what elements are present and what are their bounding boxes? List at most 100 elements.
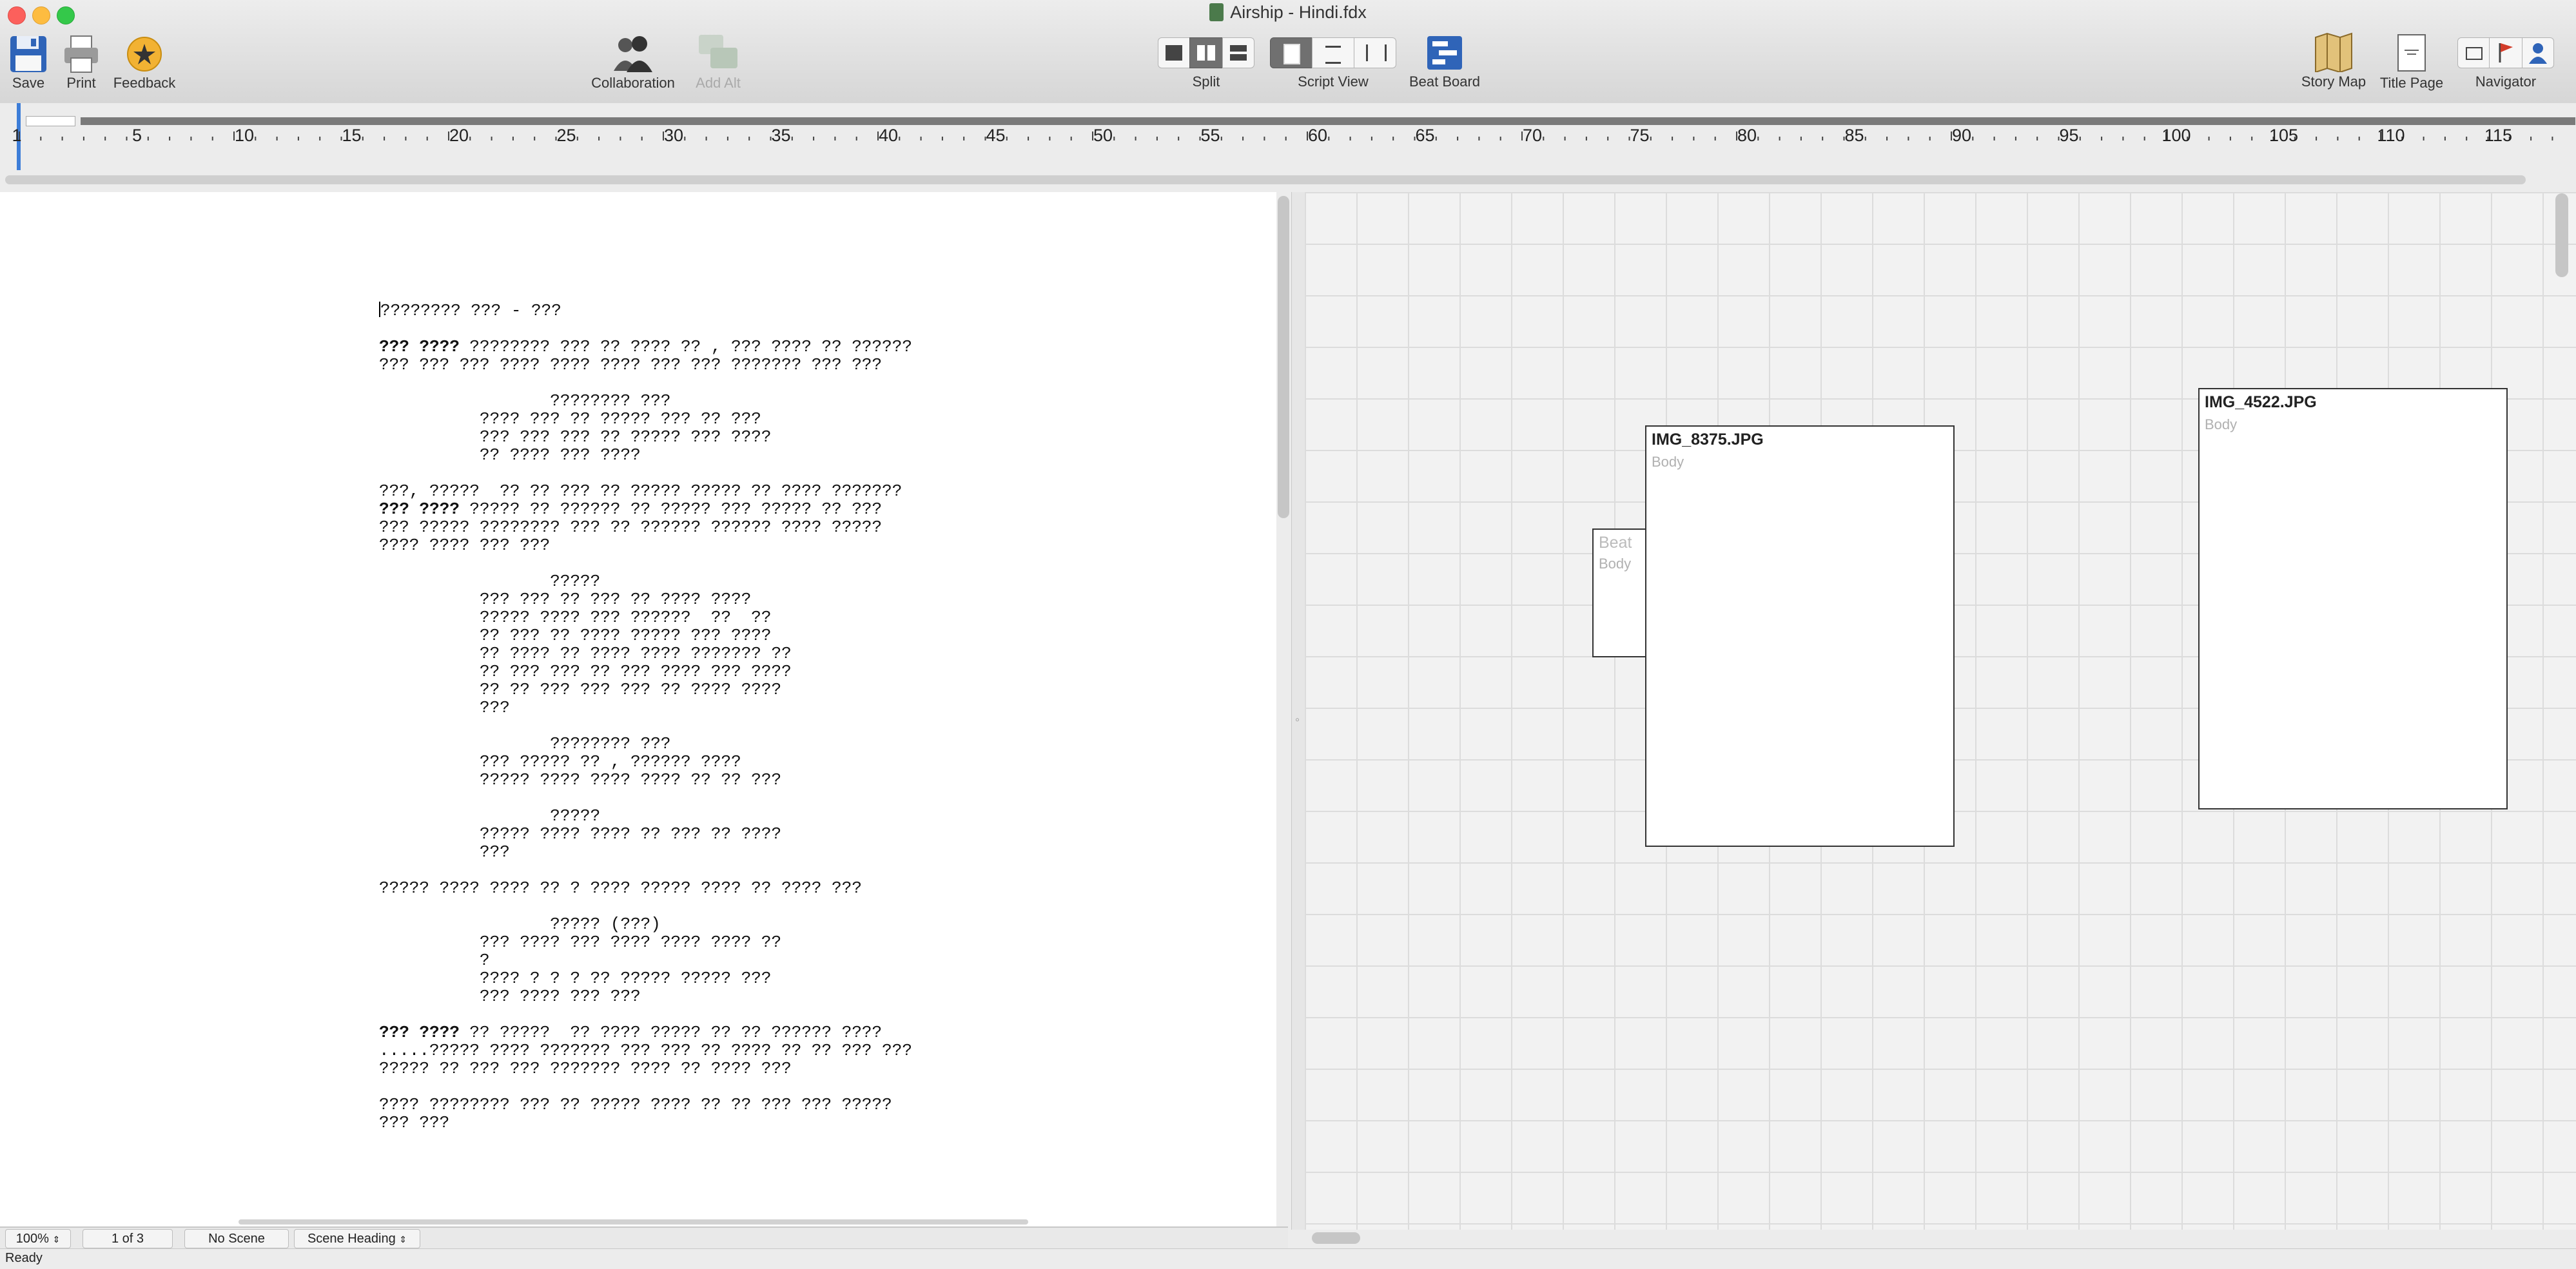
script-line[interactable]: ???????? ???: [379, 735, 912, 753]
people-icon: [614, 36, 652, 72]
ruler-number: 85: [1844, 126, 1864, 145]
pane-splitter[interactable]: [1291, 192, 1305, 1230]
scene-list-button[interactable]: [2457, 37, 2490, 68]
story-map-button[interactable]: Story Map: [2301, 32, 2366, 90]
two-column-icon-right: [1207, 45, 1215, 61]
element-select[interactable]: Scene Heading ⇕: [294, 1229, 420, 1248]
characters-button[interactable]: [2522, 37, 2554, 68]
script-line[interactable]: ??? ??? ??? ???? ???? ???? ??? ??? ?????…: [379, 356, 912, 374]
script-line[interactable]: ??? ????? ???????? ??? ?? ?????? ?????? …: [379, 518, 912, 536]
beat-board-button[interactable]: Beat Board: [1409, 35, 1480, 90]
script-line[interactable]: [379, 320, 912, 338]
script-text[interactable]: ???????? ??? - ??? ??? ???? ???????? ???…: [379, 302, 912, 1132]
script-line[interactable]: ??? ???? ????? ?? ?????? ?? ????? ??? ??…: [379, 500, 912, 518]
ruler-indent-slider[interactable]: [26, 116, 75, 126]
script-line[interactable]: [379, 1078, 912, 1096]
script-line[interactable]: [379, 464, 912, 482]
script-line[interactable]: ??? ????? ?? , ?????? ????: [379, 753, 912, 771]
splitter-handle-icon: ◦: [1295, 713, 1300, 727]
beat-card-title[interactable]: IMG_4522.JPG: [2205, 393, 2317, 412]
script-line[interactable]: ????? ???? ???? ?? ? ???? ????? ???? ?? …: [379, 879, 912, 897]
script-line[interactable]: ?: [379, 951, 912, 969]
script-line[interactable]: ????? (???): [379, 915, 912, 933]
beat-board-horizontal-scrollbar[interactable]: [1312, 1232, 1360, 1244]
script-line[interactable]: ???: [379, 843, 912, 861]
script-line[interactable]: ????? ???? ???? ???? ?? ?? ???: [379, 771, 912, 789]
script-editor[interactable]: ???????? ??? - ??? ??? ???? ???????? ???…: [0, 192, 1276, 1226]
title-page-button[interactable]: Title Page: [2380, 34, 2443, 91]
script-line[interactable]: ?? ??? ?? ???? ????? ??? ????: [379, 626, 912, 644]
page-view-button[interactable]: [1270, 37, 1312, 68]
bookmark-button[interactable]: [2489, 37, 2522, 68]
script-line[interactable]: ???? ???? ??? ???: [379, 536, 912, 554]
script-line[interactable]: ?????: [379, 572, 912, 590]
script-line[interactable]: ?????: [379, 807, 912, 825]
split-single-button[interactable]: [1158, 37, 1190, 68]
script-line[interactable]: ???????? ???: [379, 392, 912, 410]
script-line[interactable]: ???, ????? ?? ?? ??? ?? ????? ????? ?? ?…: [379, 482, 912, 500]
speed-view-button[interactable]: [1312, 37, 1354, 68]
script-line[interactable]: ??? ???: [379, 1114, 912, 1132]
ruler-number: 55: [1200, 126, 1220, 145]
ruler-scrollbar[interactable]: [5, 175, 2526, 184]
page-icon: [1283, 44, 1300, 64]
beat-board-canvas[interactable]: Beat Body IMG_8375.JPG Body IMG_4522.JPG…: [1305, 192, 2576, 1230]
script-line[interactable]: ??? ???? ?? ????? ?? ???? ????? ?? ?? ??…: [379, 1023, 912, 1041]
script-line[interactable]: ??? ??? ??? ?? ????? ??? ????: [379, 428, 912, 446]
scene-value: No Scene: [208, 1232, 265, 1246]
script-line[interactable]: [379, 897, 912, 915]
script-line[interactable]: ???????? ??? - ???: [379, 302, 912, 320]
script-vertical-scrollbar[interactable]: [1278, 196, 1289, 518]
beat-card-body[interactable]: Body: [1652, 454, 1684, 470]
ruler-number: 115: [2484, 126, 2512, 145]
script-line[interactable]: ?? ???? ?? ???? ???? ??????? ??: [379, 644, 912, 663]
zoom-select[interactable]: 100% ⇕: [5, 1229, 71, 1248]
script-line[interactable]: ??? ??? ?? ??? ?? ???? ????: [379, 590, 912, 608]
beat-card-title[interactable]: IMG_8375.JPG: [1652, 431, 1764, 449]
split-side-by-side-button[interactable]: [1189, 37, 1223, 68]
script-line[interactable]: ?? ???? ??? ????: [379, 446, 912, 464]
script-line[interactable]: ?? ??? ??? ?? ??? ???? ??? ????: [379, 663, 912, 681]
script-line[interactable]: ?? ?? ??? ??? ??? ?? ???? ????: [379, 681, 912, 699]
print-button[interactable]: Print: [61, 34, 102, 91]
ruler-number: 45: [986, 126, 1005, 145]
script-line[interactable]: ???? ? ? ? ?? ????? ????? ???: [379, 969, 912, 987]
script-line[interactable]: ???? ???????? ??? ?? ????? ???? ?? ?? ??…: [379, 1096, 912, 1114]
script-line[interactable]: ??? ???? ???????? ??? ?? ???? ?? , ??? ?…: [379, 338, 912, 356]
script-line[interactable]: [379, 789, 912, 807]
collaboration-button[interactable]: Collaboration: [591, 34, 675, 91]
script-line[interactable]: ????? ???? ???? ?? ??? ?? ????: [379, 825, 912, 843]
script-horizontal-scrollbar[interactable]: [239, 1219, 1028, 1225]
beat-card[interactable]: IMG_8375.JPG Body: [1645, 425, 1955, 847]
feedback-button[interactable]: Feedback: [113, 35, 175, 91]
script-line[interactable]: ???? ??? ?? ????? ??? ?? ???: [379, 410, 912, 428]
beat-board-vertical-scrollbar[interactable]: [2555, 193, 2568, 277]
beat-card[interactable]: IMG_4522.JPG Body: [2198, 388, 2508, 809]
split-stacked-button[interactable]: [1222, 37, 1254, 68]
printer-icon: [64, 35, 98, 73]
navigator-control[interactable]: Navigator: [2457, 37, 2554, 90]
save-button[interactable]: Save: [8, 34, 49, 91]
beat-card-body[interactable]: Body: [1599, 556, 1631, 572]
beat-card-title[interactable]: Beat: [1599, 534, 1632, 552]
ruler-number: 95: [2059, 126, 2078, 145]
script-line[interactable]: [379, 1005, 912, 1023]
script-line[interactable]: ??? ???? ??? ???? ???? ???? ??: [379, 933, 912, 951]
ruler-number: 50: [1093, 126, 1113, 145]
add-alt-button[interactable]: Add Alt: [696, 32, 741, 91]
ruler-number: 35: [771, 126, 790, 145]
clapper-icon: [2466, 47, 2483, 60]
script-line[interactable]: ????? ?? ??? ??? ??????? ???? ?? ???? ??…: [379, 1060, 912, 1078]
script-line[interactable]: ????? ???? ??? ?????? ?? ??: [379, 608, 912, 626]
normal-view-button[interactable]: [1354, 37, 1396, 68]
script-line[interactable]: [379, 861, 912, 879]
script-line[interactable]: [379, 717, 912, 735]
script-line[interactable]: [379, 554, 912, 572]
beat-card-body[interactable]: Body: [2205, 416, 2237, 433]
split-control: Split: [1158, 37, 1254, 90]
script-line[interactable]: [379, 374, 912, 392]
ruler-number: 110: [2377, 126, 2405, 145]
script-line[interactable]: ???: [379, 699, 912, 717]
script-line[interactable]: ??? ???? ??? ???: [379, 987, 912, 1005]
script-line[interactable]: .....????? ???? ??????? ??? ??? ?? ???? …: [379, 1041, 912, 1060]
